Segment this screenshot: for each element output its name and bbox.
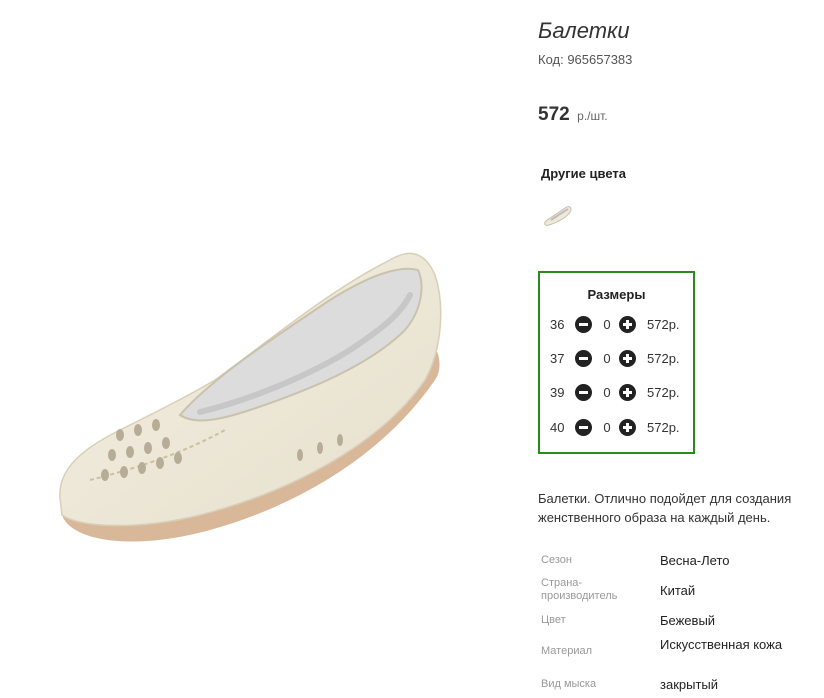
spec-value-material: Искусственная кожа <box>660 637 783 652</box>
product-description: Балетки. Отлично подойдет для создания ж… <box>538 491 792 525</box>
size-row: 37 0 572р. <box>540 349 693 369</box>
plus-icon[interactable] <box>619 419 636 436</box>
size-row: 40 0 572р. <box>540 418 693 438</box>
spec-value-country: Китай <box>660 583 696 598</box>
size-price: 572р. <box>647 385 680 400</box>
spec-value-toe-type: закрытый <box>660 677 719 692</box>
sizes-heading: Размеры <box>587 287 646 302</box>
color-swatch-shoe-icon[interactable] <box>541 200 573 228</box>
size-price: 572р. <box>647 351 680 366</box>
minus-icon[interactable] <box>575 350 592 367</box>
product-image <box>59 252 442 542</box>
spec-label-country: Страна-производитель <box>541 577 618 602</box>
plus-icon[interactable] <box>619 350 636 367</box>
size-price: 572р. <box>647 317 680 332</box>
size-row: 36 0 572р. <box>540 315 693 335</box>
sizes-panel: Размеры 36 0 572р. 37 0 572р. 39 0 572р.… <box>538 271 695 454</box>
size-label: 37 <box>550 351 565 366</box>
size-quantity: 0 <box>603 351 611 366</box>
plus-icon[interactable] <box>619 384 636 401</box>
spec-value-season: Весна-Лето <box>660 553 730 568</box>
size-label: 40 <box>550 420 565 435</box>
minus-icon[interactable] <box>575 316 592 333</box>
spec-label-color: Цвет <box>541 614 566 626</box>
product-sku: Код: 965657383 <box>538 52 633 67</box>
size-label: 39 <box>550 385 565 400</box>
size-label: 36 <box>550 317 565 332</box>
price-value: 572 <box>538 104 570 125</box>
size-row: 39 0 572р. <box>540 383 693 403</box>
size-price: 572р. <box>647 420 680 435</box>
size-quantity: 0 <box>603 385 611 400</box>
other-colors-heading: Другие цвета <box>541 166 626 181</box>
product-title: Балетки <box>538 18 630 43</box>
price-unit: р./шт. <box>577 109 608 123</box>
size-quantity: 0 <box>603 317 611 332</box>
product-price: 572 р./шт. <box>538 104 608 126</box>
spec-label-material: Материал <box>541 645 592 657</box>
size-quantity: 0 <box>603 420 611 435</box>
spec-value-color: Бежевый <box>660 613 716 628</box>
plus-icon[interactable] <box>619 316 636 333</box>
spec-label-toe-type: Вид мыска <box>541 678 597 690</box>
minus-icon[interactable] <box>575 384 592 401</box>
spec-label-season: Сезон <box>541 554 572 566</box>
minus-icon[interactable] <box>575 419 592 436</box>
